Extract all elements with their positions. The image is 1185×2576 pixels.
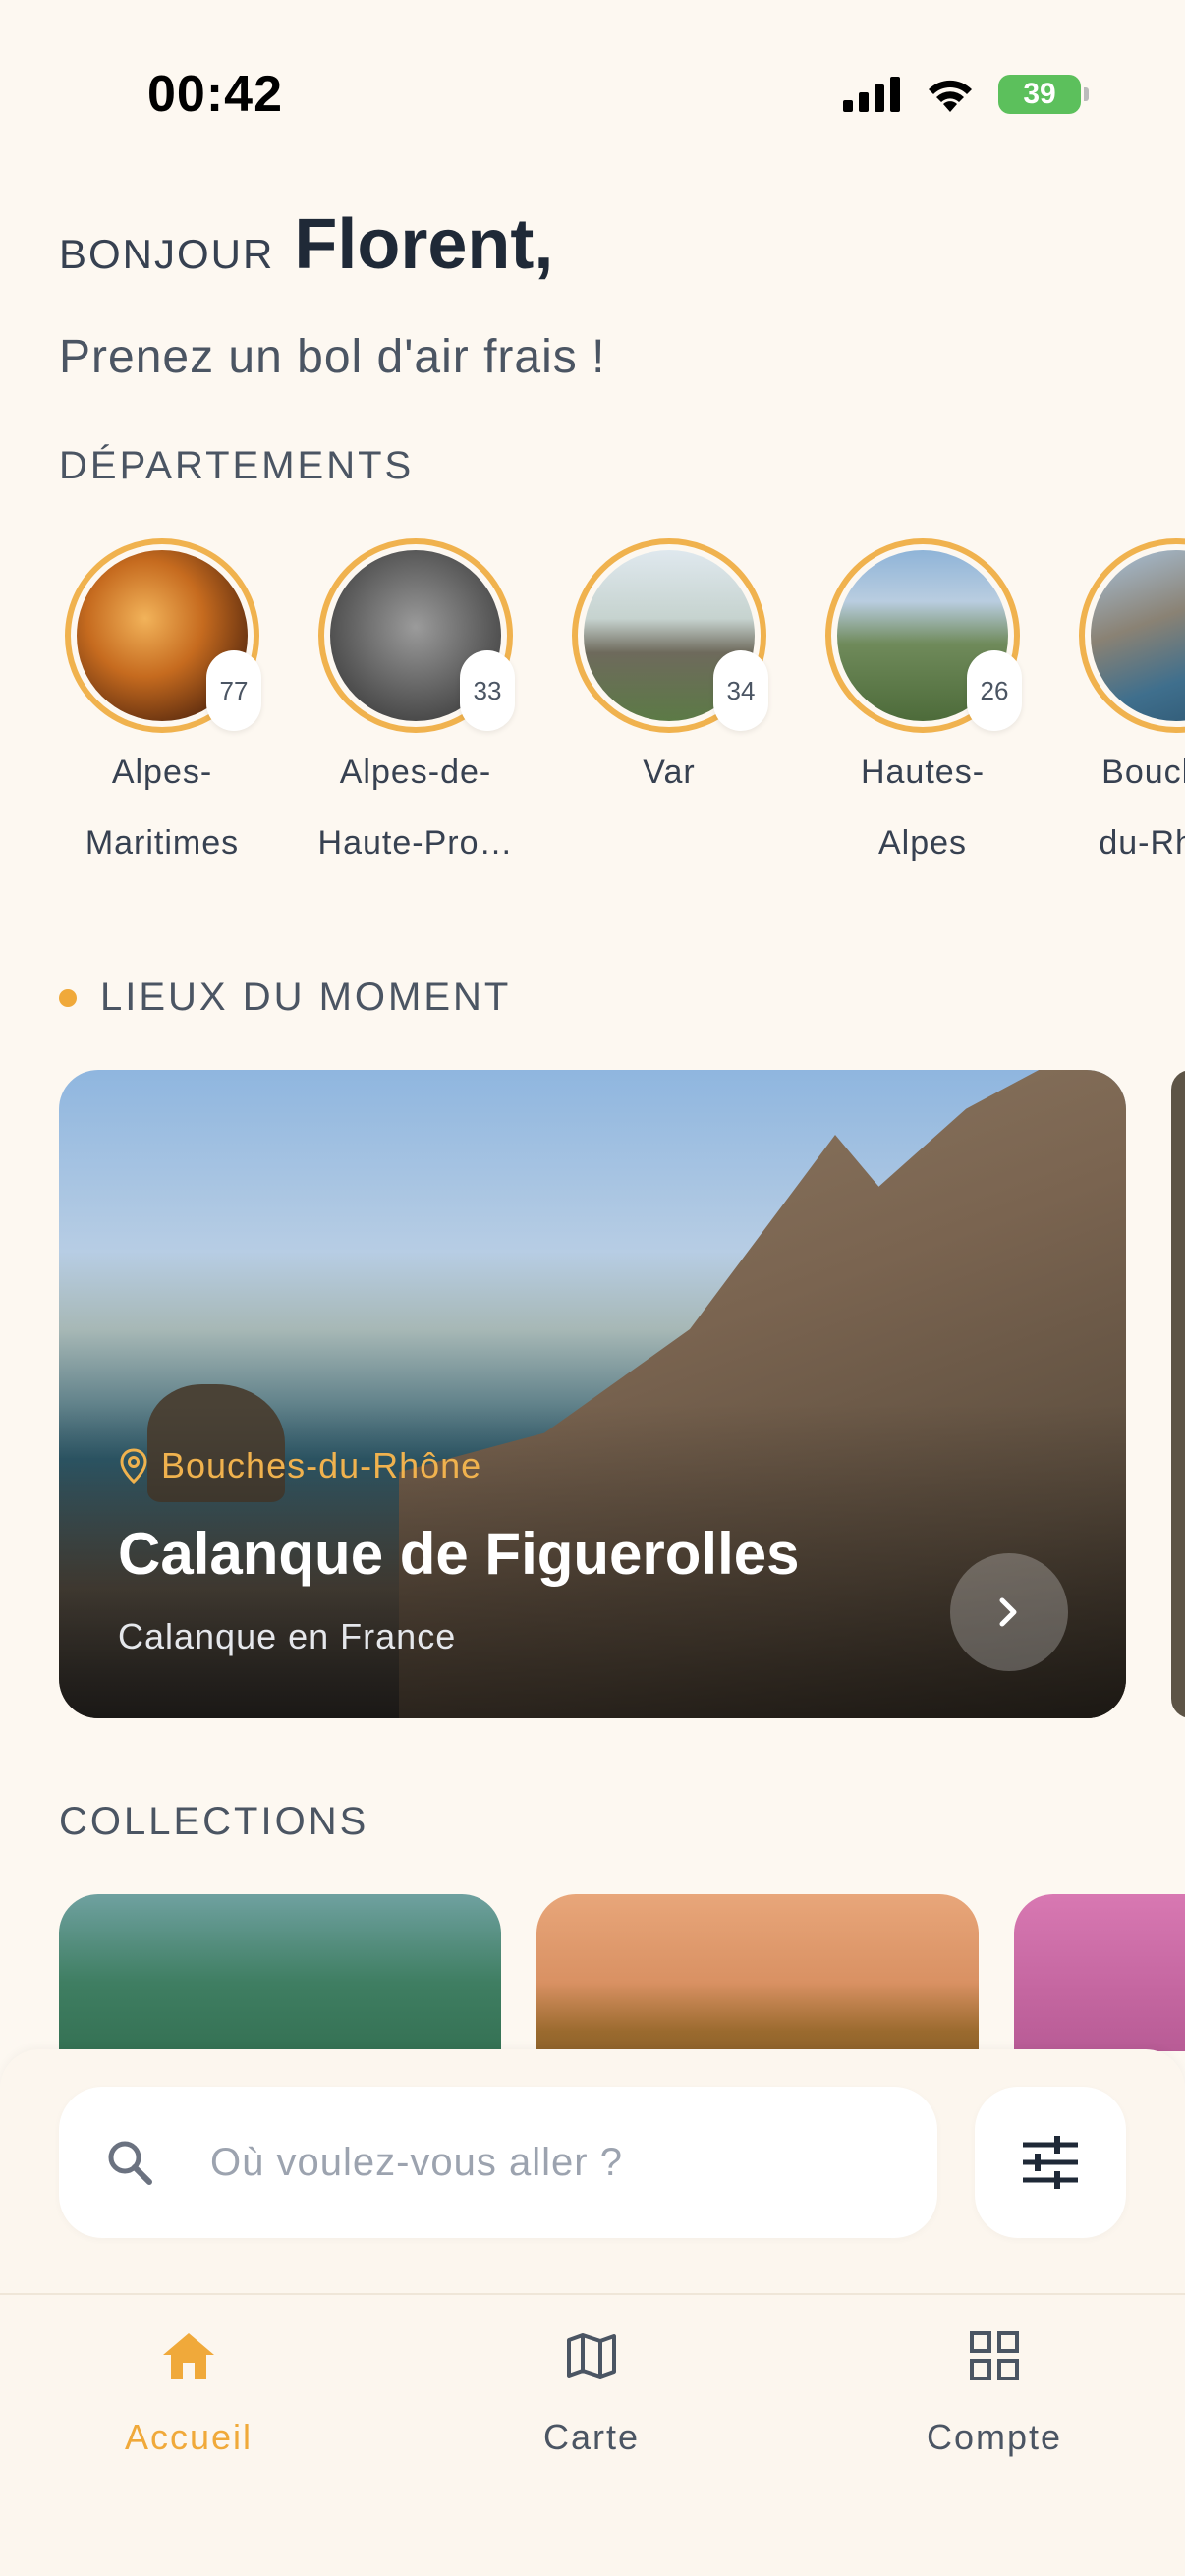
status-time: 00:42 [147, 66, 283, 123]
place-count-badge: 34 [713, 650, 768, 731]
greeting-prefix: BONJOUR [59, 231, 275, 277]
department-image [1091, 550, 1185, 721]
department-label: Bouches-du-Rhône [1099, 754, 1185, 862]
nav-item-accueil[interactable]: Accueil [41, 2324, 336, 2458]
department-item-alpes-de-haute-provence[interactable]: 33 Alpes-de- Haute-Pro… [312, 538, 519, 878]
department-item-hautes-alpes[interactable]: 26 Hautes- Alpes [819, 538, 1026, 878]
department-label: Alpes-de- Haute-Pro… [317, 754, 514, 862]
home-icon [163, 2333, 214, 2379]
departments-title: DÉPARTEMENTS [59, 444, 415, 487]
nav-item-compte[interactable]: Compte [847, 2324, 1142, 2458]
nav-label: Compte [926, 2417, 1063, 2457]
bottom-panel: Accueil Carte Compte [0, 2049, 1185, 2576]
card-subtitle: Calanque en France [118, 1616, 457, 1656]
cellular-signal-icon [843, 77, 900, 112]
department-thumbnail [1079, 538, 1185, 733]
department-item-var[interactable]: 34 Var [566, 538, 772, 808]
department-thumbnail: 26 [825, 538, 1022, 733]
search-input[interactable] [210, 2140, 898, 2185]
department-label: Var [643, 754, 696, 791]
card-location: Bouches-du-Rhône [120, 1445, 481, 1486]
map-icon [567, 2333, 616, 2379]
department-label: Hautes- Alpes [860, 754, 986, 862]
department-item-bouches-du-rhone[interactable]: Bouches-du-Rhône [1073, 538, 1185, 878]
section-dot [59, 989, 77, 1007]
departments-carousel[interactable]: 77 Alpes- Maritimes 33 Alpes-de- Haute-Pro… [59, 538, 1185, 892]
user-name: Florent, [294, 205, 554, 284]
wifi-icon [929, 80, 972, 112]
nav-divider [0, 2293, 1185, 2295]
search-bar[interactable] [59, 2087, 937, 2238]
sliders-icon [1023, 2136, 1078, 2189]
next-featured-card-peek[interactable] [1171, 1070, 1185, 1718]
collections-title: COLLECTIONS [59, 1800, 369, 1843]
department-item-alpes-maritimes[interactable]: 77 Alpes- Maritimes [59, 538, 265, 878]
search-icon [108, 2141, 152, 2185]
collection-card[interactable] [536, 1894, 979, 2051]
filter-button[interactable] [975, 2087, 1126, 2238]
nav-label: Carte [542, 2417, 641, 2457]
place-count-badge: 26 [967, 650, 1022, 731]
nav-label: Accueil [124, 2417, 254, 2457]
department-thumbnail: 34 [572, 538, 768, 733]
chevron-right-icon [999, 1597, 1017, 1627]
place-count-badge: 33 [460, 650, 515, 731]
battery-level: 39 [1023, 78, 1056, 110]
card-open-button[interactable] [950, 1553, 1068, 1671]
card-location-label: Bouches-du-Rhône [161, 1445, 482, 1485]
collection-card[interactable] [1014, 1894, 1185, 2051]
collections-carousel[interactable] [59, 1894, 1185, 2051]
status-icons: 39 [843, 75, 1089, 114]
greeting: BONJOUR Florent, [59, 204, 553, 285]
card-title: Calanque de Figuerolles [118, 1521, 800, 1587]
location-pin-icon [120, 1448, 147, 1484]
collection-card[interactable] [59, 1894, 501, 2051]
featured-place-card[interactable]: Bouches-du-Rhône Calanque de Figuerolles… [59, 1070, 1126, 1718]
department-label: Alpes- Maritimes [85, 754, 240, 862]
battery-icon: 39 [998, 75, 1089, 114]
nav-item-carte[interactable]: Carte [444, 2324, 739, 2458]
grid-icon [970, 2331, 1019, 2380]
department-thumbnail: 77 [65, 538, 261, 733]
tagline: Prenez un bol d'air frais ! [59, 331, 606, 383]
featured-title: LIEUX DU MOMENT [100, 976, 512, 1019]
department-thumbnail: 33 [318, 538, 515, 733]
place-count-badge: 77 [206, 650, 261, 731]
status-bar: 00:42 39 [0, 0, 1185, 187]
